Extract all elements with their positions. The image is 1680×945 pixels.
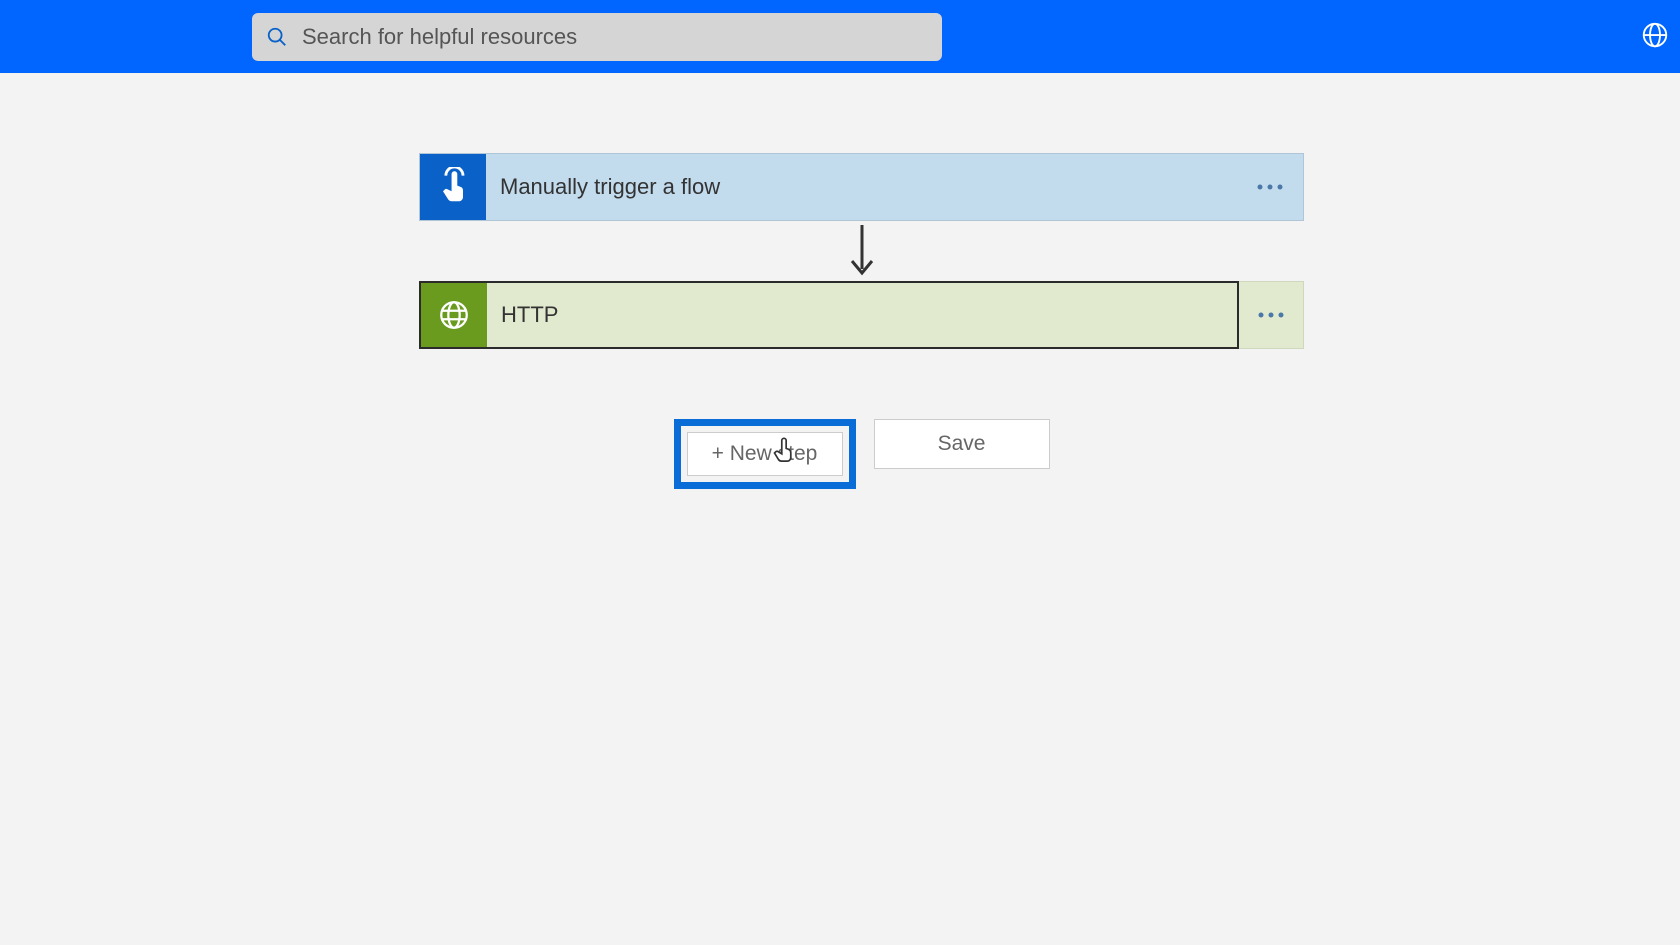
http-step-row: HTTP	[419, 281, 1304, 349]
arrow-down-icon	[847, 223, 877, 279]
trigger-title: Manually trigger a flow	[486, 154, 1237, 220]
trigger-icon-box	[420, 154, 486, 220]
flow-canvas: Manually trigger a flow	[0, 73, 1680, 489]
globe-icon	[437, 298, 471, 332]
save-button[interactable]: Save	[874, 419, 1050, 469]
trigger-card[interactable]: Manually trigger a flow	[419, 153, 1304, 221]
http-step-title: HTTP	[487, 283, 1237, 347]
search-icon	[266, 26, 288, 48]
actions-row: + New step Save	[674, 419, 1050, 489]
trigger-menu-button[interactable]	[1237, 154, 1303, 220]
search-placeholder: Search for helpful resources	[302, 24, 577, 50]
http-menu-button[interactable]	[1239, 281, 1304, 349]
tap-icon	[435, 167, 471, 207]
ellipsis-icon	[1257, 311, 1285, 319]
flow-connector[interactable]	[419, 221, 1304, 281]
search-box[interactable]: Search for helpful resources	[252, 13, 942, 61]
http-step-card[interactable]: HTTP	[419, 281, 1239, 349]
environment-icon[interactable]	[1640, 20, 1670, 55]
new-step-button[interactable]: + New step	[687, 432, 843, 476]
top-bar: Search for helpful resources	[0, 0, 1680, 73]
new-step-highlight: + New step	[674, 419, 856, 489]
ellipsis-icon	[1256, 183, 1284, 191]
http-icon-box	[421, 283, 487, 347]
